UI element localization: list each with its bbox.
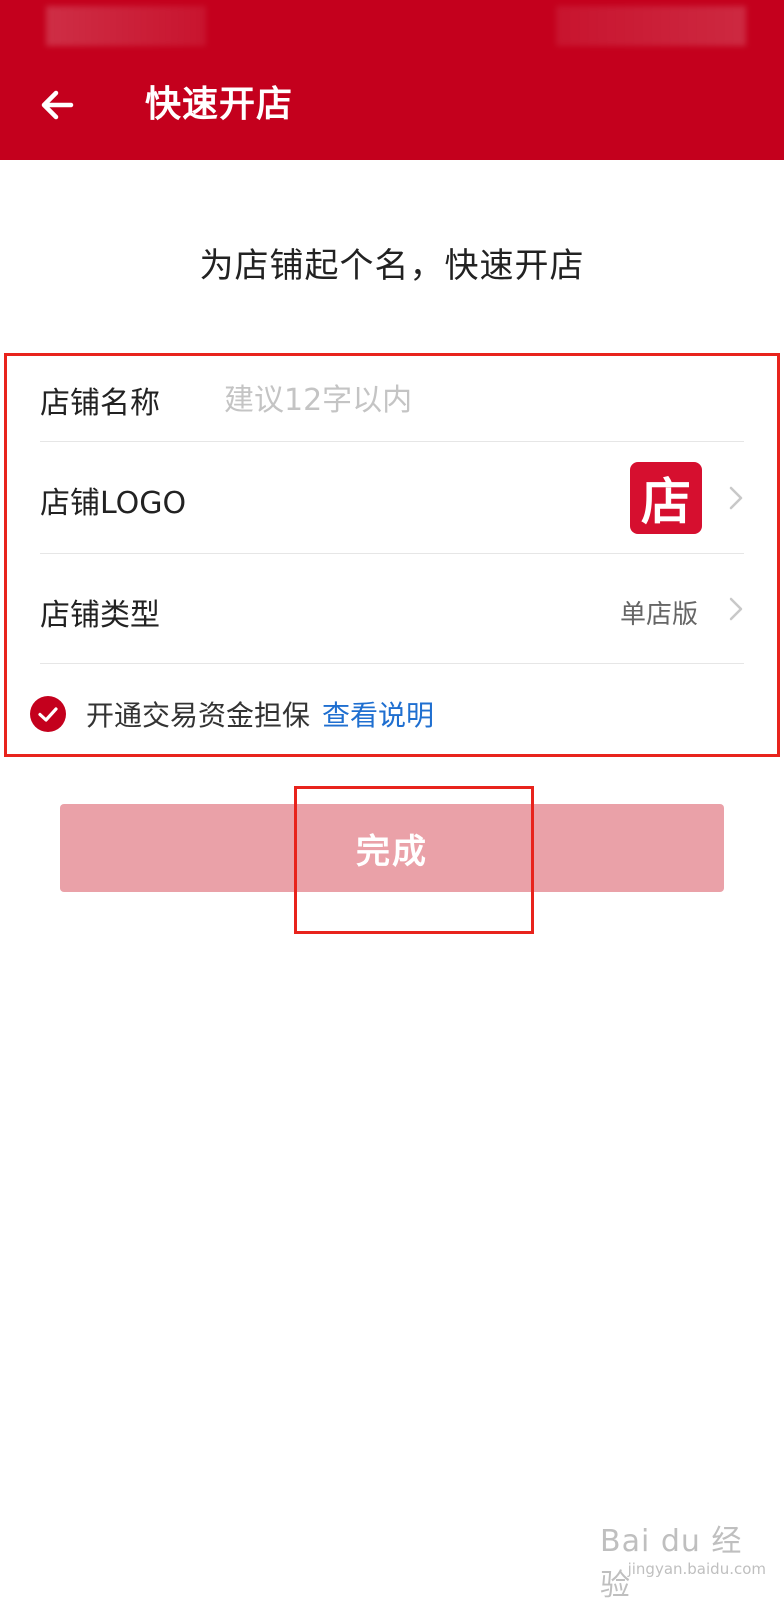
store-logo-label: 店铺LOGO xyxy=(40,486,187,521)
page-title: 快速开店 xyxy=(145,84,294,125)
arrow-left-icon xyxy=(41,90,74,120)
store-type-value: 单店版 xyxy=(620,600,699,630)
guarantee-text: 开通交易资金担保 xyxy=(86,699,311,732)
chevron-right-icon xyxy=(729,486,743,510)
watermark: Bai du 经验 jingyan.baidu.com xyxy=(600,1516,770,1603)
watermark-url: jingyan.baidu.com xyxy=(627,1560,766,1578)
back-button[interactable] xyxy=(30,78,84,132)
chevron-right-icon xyxy=(729,597,743,621)
store-name-input[interactable] xyxy=(222,374,726,426)
intro-text: 为店铺起个名，快速开店 xyxy=(199,246,585,286)
store-logo-row[interactable]: 店铺LOGO 店 xyxy=(40,442,744,554)
store-name-row: 店铺名称 xyxy=(40,362,744,442)
status-bar-blurred-right xyxy=(556,6,746,46)
store-logo-image[interactable]: 店 xyxy=(630,462,702,534)
app-header: 快速开店 xyxy=(0,0,784,160)
store-type-label: 店铺类型 xyxy=(40,598,160,633)
status-bar-blurred-left xyxy=(46,6,206,46)
button-highlight-box xyxy=(294,786,534,934)
guarantee-option: 开通交易资金担保 查看说明 xyxy=(30,694,434,734)
view-description-link[interactable]: 查看说明 xyxy=(322,694,434,734)
store-type-row[interactable]: 店铺类型 单店版 xyxy=(40,554,744,664)
store-name-label: 店铺名称 xyxy=(40,386,160,421)
checked-circle-icon[interactable] xyxy=(30,696,66,732)
